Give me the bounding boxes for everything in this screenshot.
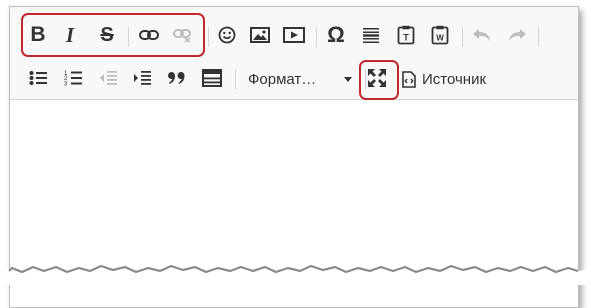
format-dropdown-label: Формат…: [248, 70, 317, 88]
undo-button[interactable]: [470, 23, 494, 47]
italic-icon: I: [65, 22, 75, 47]
media-button[interactable]: [282, 23, 306, 47]
paste-word-icon: W: [431, 25, 449, 45]
maximize-button[interactable]: [365, 66, 389, 90]
redo-icon: [509, 29, 526, 41]
chevron-down-icon: [344, 76, 352, 82]
unlink-icon: [173, 29, 191, 43]
outdent-button[interactable]: [96, 66, 120, 90]
table-button[interactable]: [200, 66, 224, 90]
link-icon: [139, 30, 159, 40]
quote-icon: [168, 72, 185, 84]
separator: [462, 27, 463, 47]
bulleted-list-button[interactable]: [26, 66, 50, 90]
numbered-list-icon: 1 2 3: [64, 71, 82, 88]
strikethrough-icon: S: [100, 23, 114, 46]
horizontal-rule-button[interactable]: [359, 23, 383, 47]
strikethrough-button[interactable]: S: [95, 23, 119, 47]
link-button[interactable]: [137, 23, 161, 47]
bold-button[interactable]: B: [26, 23, 50, 47]
separator: [538, 27, 539, 47]
outdent-icon: [100, 71, 117, 85]
paste-text-icon: T: [397, 25, 415, 45]
separator: [235, 69, 236, 89]
bulleted-list-icon: [29, 71, 47, 85]
image-button[interactable]: [248, 23, 272, 47]
unlink-button[interactable]: [171, 23, 195, 47]
numbered-list-button[interactable]: 1 2 3: [61, 66, 85, 90]
paste-text-button[interactable]: T: [394, 23, 418, 47]
svg-text:W: W: [436, 34, 444, 43]
svg-text:3: 3: [64, 82, 68, 88]
indent-button[interactable]: [130, 66, 154, 90]
paste-word-button[interactable]: W: [428, 23, 452, 47]
source-button[interactable]: Источник: [402, 66, 486, 92]
undo-icon: [473, 29, 490, 41]
indent-icon: [134, 71, 151, 85]
omega-icon: Ω: [327, 22, 345, 47]
blockquote-button[interactable]: [165, 66, 189, 90]
special-char-button[interactable]: Ω: [324, 22, 348, 47]
separator: [128, 27, 129, 47]
separator: [208, 27, 209, 47]
smiley-icon: [218, 26, 236, 44]
hr-icon: [363, 28, 379, 43]
source-icon: [402, 70, 416, 88]
bold-icon: B: [30, 23, 46, 46]
editor-toolbar: B I S Ω T W 1 2 3 Формат… Источник: [10, 7, 578, 100]
table-icon: [202, 69, 222, 87]
format-dropdown[interactable]: Формат…: [248, 67, 358, 91]
maximize-icon: [368, 69, 386, 87]
redo-button[interactable]: [505, 23, 529, 47]
separator: [316, 27, 317, 47]
italic-button[interactable]: I: [58, 23, 82, 47]
torn-edge-decoration: [0, 264, 591, 285]
smiley-button[interactable]: [215, 23, 239, 47]
source-button-label: Источник: [422, 70, 487, 88]
svg-text:T: T: [403, 33, 409, 43]
media-icon: [283, 27, 305, 43]
image-icon: [250, 27, 270, 43]
